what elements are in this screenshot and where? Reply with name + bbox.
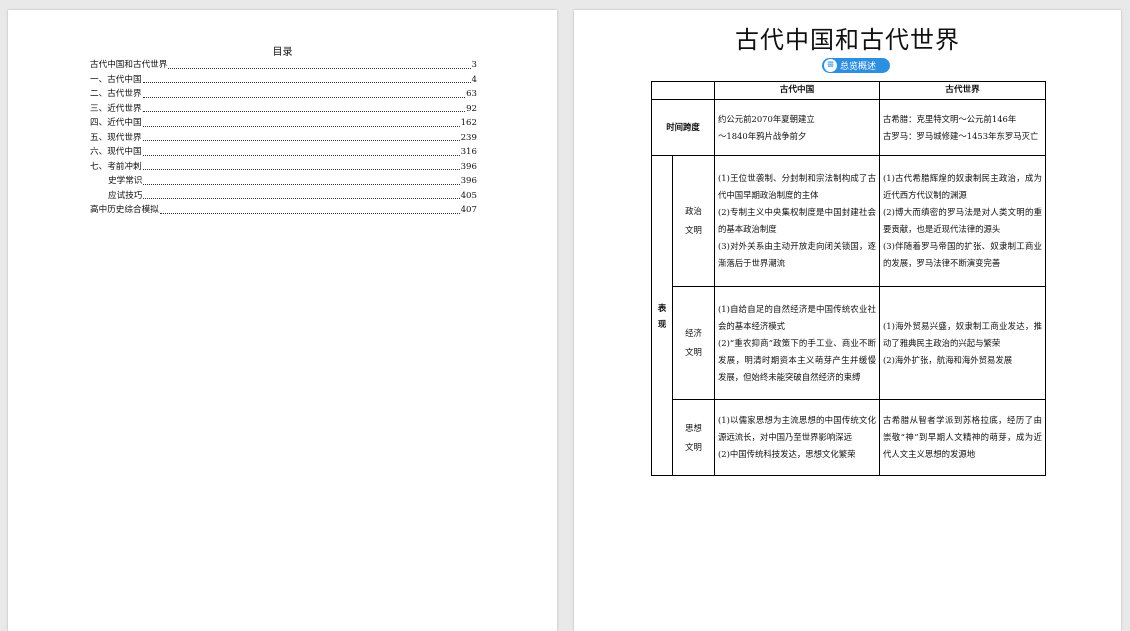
summary-table: 古代中国 古代世界 时间跨度 约公元前2070年夏朝建立 ～1840年鸦片战争前… bbox=[651, 81, 1046, 476]
group-label: 表现 bbox=[651, 155, 673, 476]
toc-entry-label: 三、近代世界 bbox=[90, 103, 142, 114]
china-point: (1)自给自足的自然经济是中国传统农业社会的基本经济模式 bbox=[718, 303, 876, 331]
toc-entry-label: 二、古代世界 bbox=[90, 89, 142, 99]
col-header-china: 古代中国 bbox=[714, 81, 880, 100]
toc-entry-page: 405 bbox=[460, 190, 477, 201]
china-point: (2)“重农抑商”政策下的手工业、商业不断发展，明清时期资本主义萌芽产生并缓慢发… bbox=[718, 337, 876, 382]
toc-entry-label: 七、考前冲刺 bbox=[90, 161, 142, 172]
toc-entry[interactable]: 古代中国和古代世界 3 bbox=[90, 58, 477, 73]
toc-leader-dots bbox=[142, 81, 471, 83]
table-header-row: 古代中国 古代世界 bbox=[651, 81, 1046, 100]
table-row: 表现 政治 文明 (1)王位世袭制、分封制和宗法制构成了古代中国早期政治制度的主体… bbox=[651, 155, 1046, 476]
toc-entry-page: 92 bbox=[466, 103, 477, 114]
time-world-line: 古希腊：克里特文明～公元前146年 bbox=[883, 113, 1017, 124]
thought-china: (1)以儒家思想为主流思想的中国传统文化源远流长，对中国乃至世界影响深远 (2)中… bbox=[714, 399, 880, 476]
toc-entry[interactable]: 六、现代中国 316 bbox=[90, 145, 477, 160]
toc-entry-page: 407 bbox=[460, 205, 477, 215]
time-china: 约公元前2070年夏朝建立 ～1840年鸦片战争前夕 bbox=[714, 99, 880, 156]
world-point: (3)伴随着罗马帝国的扩张、奴隶制工商业的发展，罗马法律不断演变完善 bbox=[883, 241, 1042, 268]
toc-leader-dots bbox=[143, 183, 460, 185]
row-label-thought: 思想 文明 bbox=[672, 399, 715, 476]
toc-entry[interactable]: 七、考前冲刺 396 bbox=[90, 160, 477, 175]
toc-entry-label: 高中历史综合模拟 bbox=[90, 205, 159, 215]
toc-leader-dots bbox=[142, 125, 460, 127]
toc-leader-dots bbox=[168, 67, 471, 69]
toc-entry-page: 396 bbox=[460, 176, 477, 186]
toc-entry-label: 五、现代世界 bbox=[90, 132, 142, 143]
world-point: (2)博大而缜密的罗马法是对人类文明的重要贡献，也是近现代法律的源头 bbox=[883, 207, 1042, 234]
thought-world: 古希腊从智者学派到苏格拉底，经历了由崇敬“神”到早期人文精神的萌芽，成为近代人文… bbox=[879, 399, 1046, 476]
toc-entry-page: 162 bbox=[460, 118, 477, 128]
toc-entry-label: 一、古代中国 bbox=[90, 74, 142, 85]
corner-cell bbox=[651, 81, 715, 100]
time-china-line: 约公元前2070年夏朝建立 bbox=[718, 113, 815, 124]
toc-leader-dots bbox=[142, 139, 460, 141]
toc-entry-page: 63 bbox=[466, 89, 477, 99]
toc-leader-dots bbox=[142, 110, 466, 112]
overview-icon: ≡ bbox=[824, 59, 837, 72]
row-label-politics: 政治 文明 bbox=[672, 155, 715, 287]
table-row: 思想 文明 (1)以儒家思想为主流思想的中国传统文化源远流长，对中国乃至世界影响深… bbox=[652, 399, 1046, 476]
toc-entry[interactable]: 四、近代中国 162 bbox=[90, 116, 477, 131]
economy-china: (1)自给自足的自然经济是中国传统农业社会的基本经济模式 (2)“重农抑商”政策下… bbox=[714, 286, 880, 400]
toc-entry-label: 史学常识 bbox=[108, 176, 143, 186]
toc-leader-dots bbox=[142, 168, 460, 170]
politics-world: (1)古代希腊辉煌的奴隶制民主政治，成为近代西方代议制的渊源 (2)博大而缜密的罗… bbox=[879, 155, 1046, 287]
world-point: 古希腊从智者学派到苏格拉底，经历了由崇敬“神”到早期人文精神的萌芽，成为近代人文… bbox=[883, 415, 1042, 459]
row-label-economy: 经济 文明 bbox=[672, 286, 715, 400]
time-row: 时间跨度 约公元前2070年夏朝建立 ～1840年鸦片战争前夕 古希腊：克里特文… bbox=[651, 99, 1046, 156]
china-point: (1)王位世袭制、分封制和宗法制构成了古代中国早期政治制度的主体 bbox=[718, 173, 876, 200]
china-point: (1)以儒家思想为主流思想的中国传统文化源远流长，对中国乃至世界影响深远 bbox=[718, 415, 876, 442]
toc-entry-page: 3 bbox=[471, 60, 477, 70]
toc-leader-dots bbox=[159, 212, 460, 214]
toc-entry-label: 四、近代中国 bbox=[90, 118, 142, 128]
toc-entry[interactable]: 一、古代中国 4 bbox=[90, 73, 477, 88]
economy-world: (1)海外贸易兴盛，奴隶制工商业发达，推动了雅典民主政治的兴起与繁荣 (2)海外扩… bbox=[879, 286, 1046, 400]
toc-entry[interactable]: 三、近代世界 92 bbox=[90, 102, 477, 117]
toc-page: 目录 古代中国和古代世界 3 一、古代中国 4 二、古代世界 63 三、近代世界 92 四、近代… bbox=[8, 10, 557, 631]
toc-entry-label: 六、现代中国 bbox=[90, 147, 142, 157]
toc-leader-dots bbox=[143, 197, 460, 199]
toc-entry-page: 4 bbox=[471, 74, 477, 85]
toc-leader-dots bbox=[142, 96, 466, 98]
china-point: (3)对外关系由主动开放走向闭关锁国，逐渐落后于世界潮流 bbox=[718, 241, 876, 268]
toc-entry-label: 应试技巧 bbox=[108, 190, 143, 201]
toc-title: 目录 bbox=[272, 47, 293, 58]
toc-entry-page: 239 bbox=[460, 132, 477, 143]
world-point: (1)古代希腊辉煌的奴隶制民主政治，成为近代西方代议制的渊源 bbox=[883, 173, 1042, 200]
china-point: (2)专制主义中央集权制度是中国封建社会的基本政治制度 bbox=[718, 207, 876, 234]
toc-entry[interactable]: 高中历史综合模拟 407 bbox=[90, 203, 477, 218]
toc-leader-dots bbox=[142, 154, 460, 156]
page-title: 古代中国和古代世界 bbox=[735, 26, 960, 54]
china-point: (2)中国传统科技发达，思想文化繁荣 bbox=[718, 449, 856, 459]
col-header-world: 古代世界 bbox=[879, 81, 1046, 100]
content-page: 古代中国和古代世界 ≡ 总览概述 古代中国 古代世界 时间跨度 约公元前2070… bbox=[574, 10, 1121, 631]
time-china-line: ～1840年鸦片战争前夕 bbox=[718, 130, 807, 141]
world-point: (1)海外贸易兴盛，奴隶制工商业发达，推动了雅典民主政治的兴起与繁荣 bbox=[883, 320, 1042, 348]
toc-list: 古代中国和古代世界 3 一、古代中国 4 二、古代世界 63 三、近代世界 92 四、近代中国 1… bbox=[90, 58, 477, 218]
time-label: 时间跨度 bbox=[651, 99, 715, 156]
politics-china: (1)王位世袭制、分封制和宗法制构成了古代中国早期政治制度的主体 (2)专制主义中… bbox=[714, 155, 880, 287]
toc-entry[interactable]: 二、古代世界 63 bbox=[90, 87, 477, 102]
toc-entry[interactable]: 应试技巧 405 bbox=[90, 189, 477, 204]
toc-entry-page: 316 bbox=[460, 147, 477, 157]
table-row: 经济 文明 (1)自给自足的自然经济是中国传统农业社会的基本经济模式 (2)“重农抑… bbox=[652, 286, 1046, 400]
badge-label: 总览概述 bbox=[840, 62, 877, 72]
toc-entry[interactable]: 史学常识 396 bbox=[90, 174, 477, 189]
toc-entry[interactable]: 五、现代世界 239 bbox=[90, 131, 477, 146]
time-world: 古希腊：克里特文明～公元前146年 古罗马：罗马城修建～1453年东罗马灭亡 bbox=[879, 99, 1046, 156]
time-world-line: 古罗马：罗马城修建～1453年东罗马灭亡 bbox=[883, 130, 1039, 141]
overview-badge: ≡ 总览概述 bbox=[822, 58, 890, 73]
toc-entry-page: 396 bbox=[460, 161, 477, 172]
world-point: (2)海外扩张，航海和海外贸易发展 bbox=[883, 354, 1013, 365]
toc-entry-label: 古代中国和古代世界 bbox=[90, 60, 168, 70]
